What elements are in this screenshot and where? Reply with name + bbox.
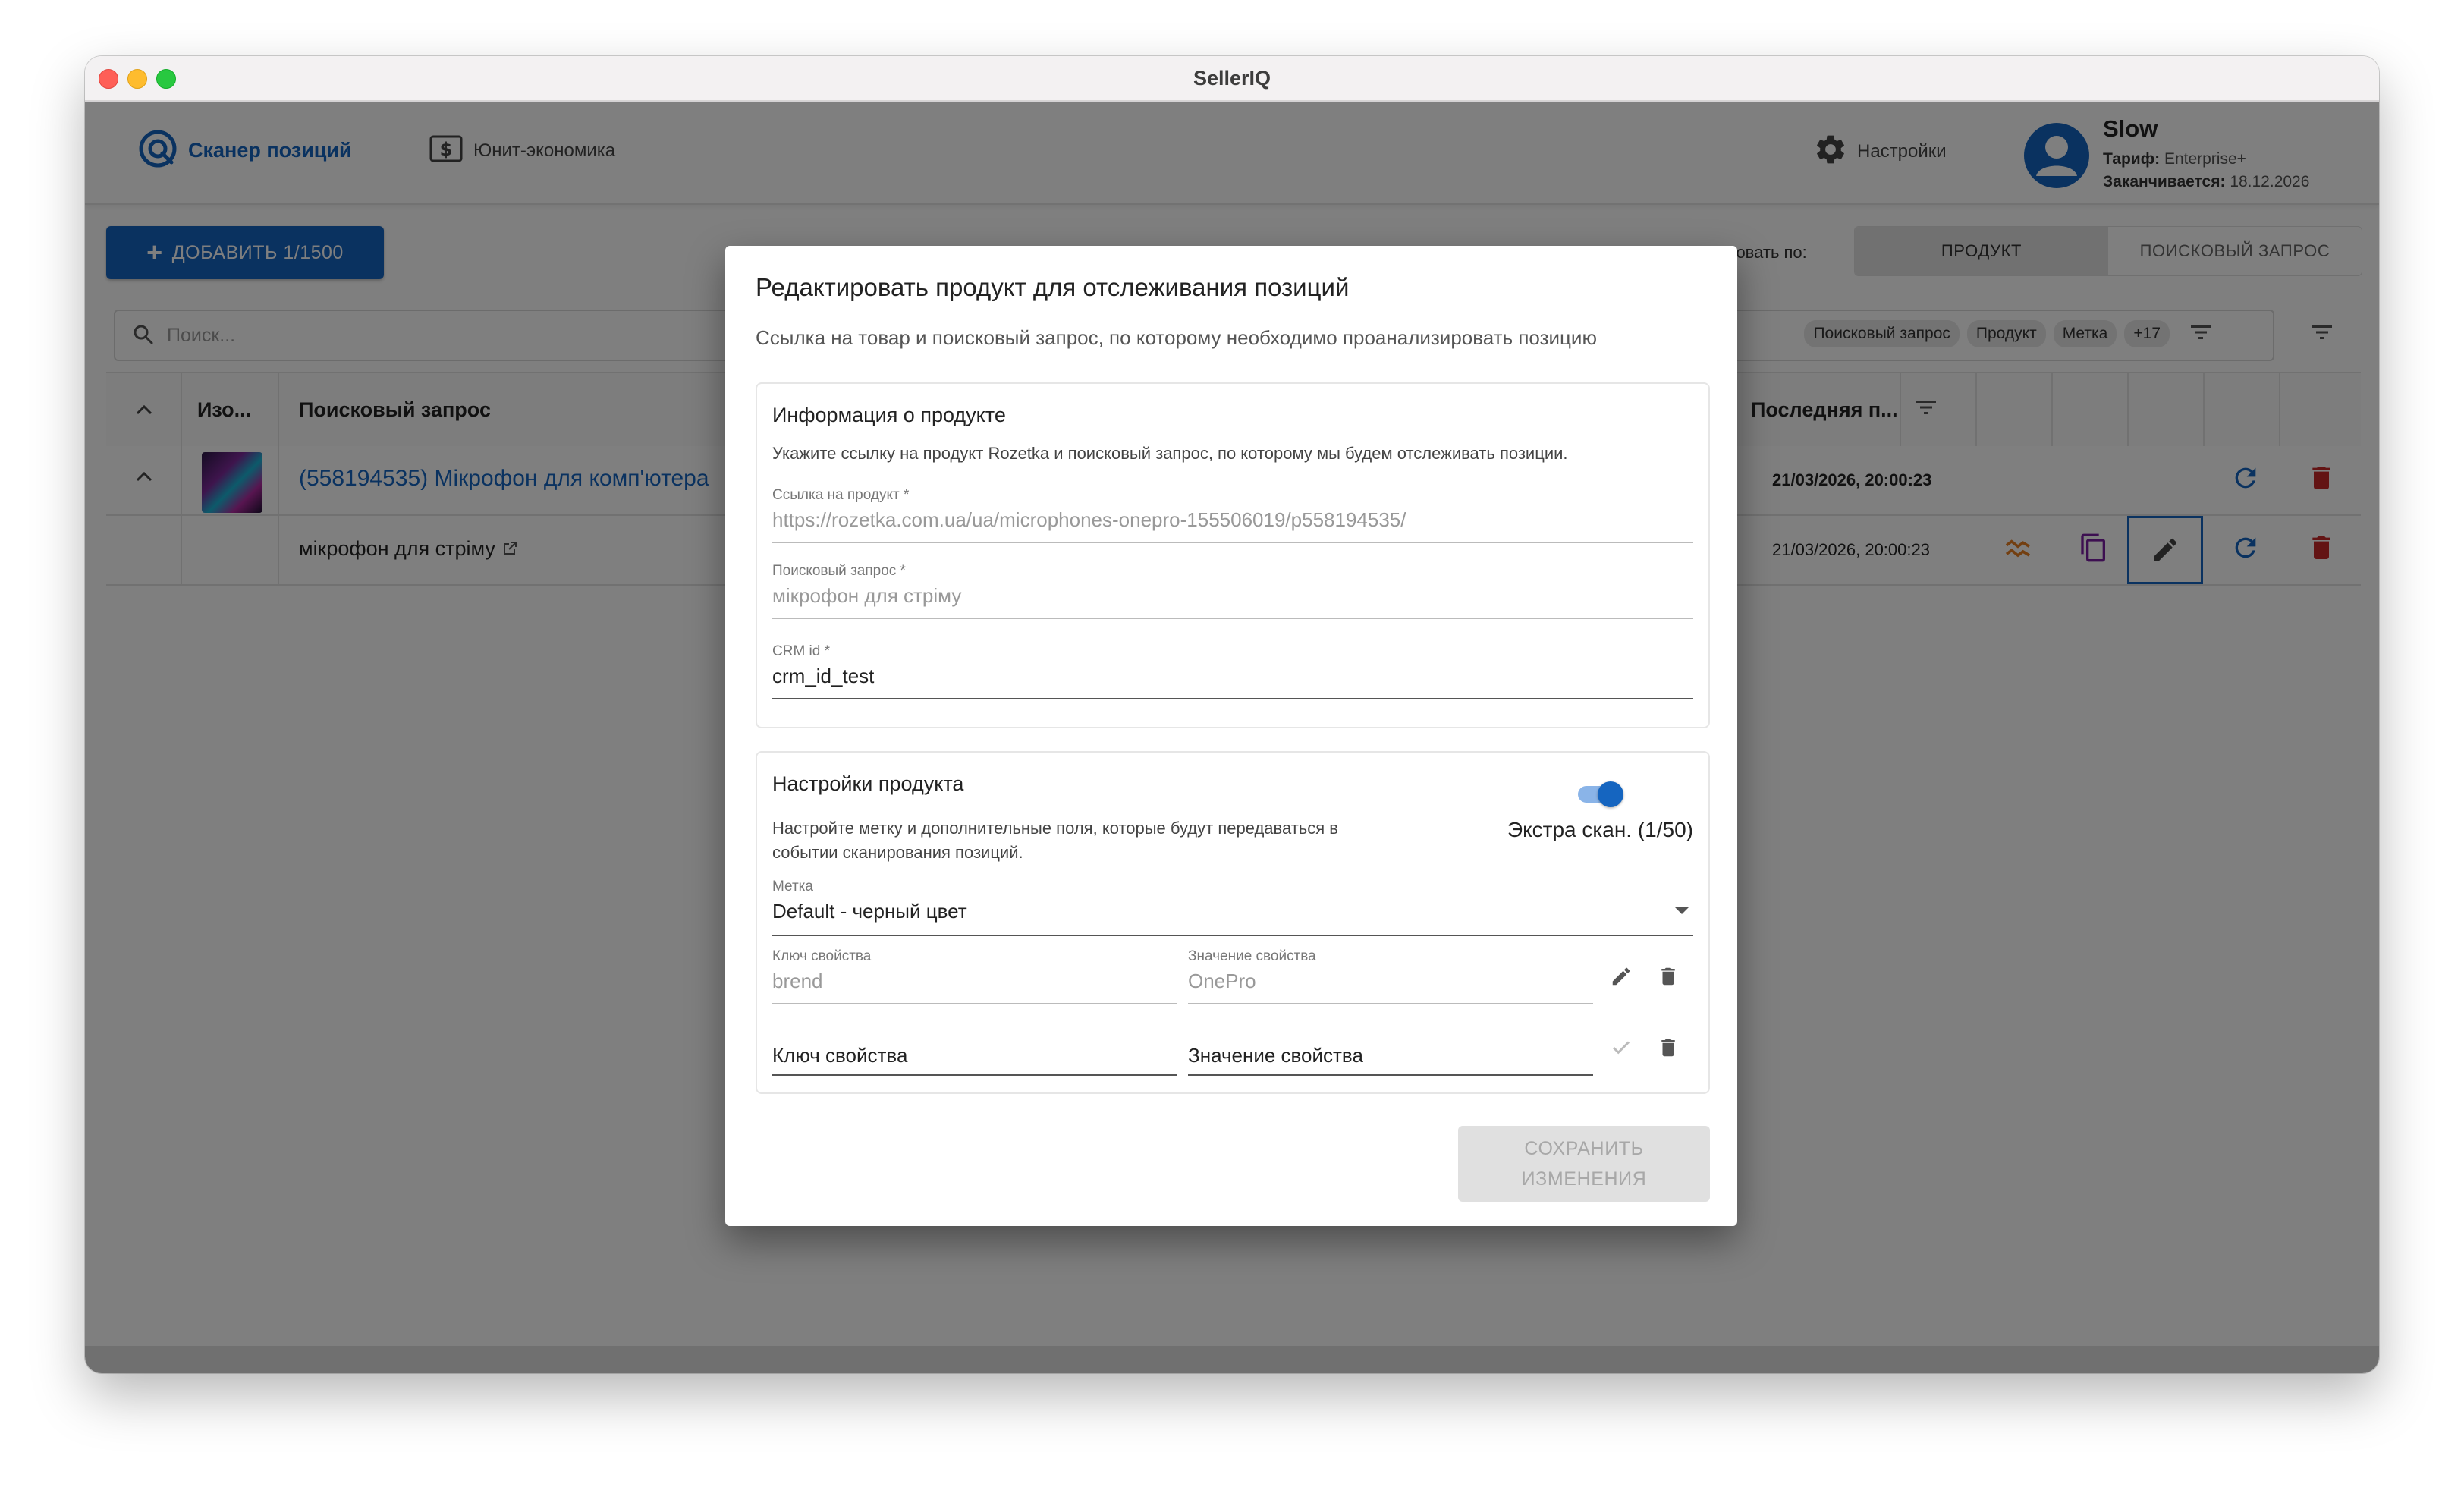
settings-description-line2: событии сканирования позиций. — [772, 843, 1023, 862]
crm-id-field[interactable]: CRM id * crm_id_test — [772, 643, 1693, 701]
product-info-card: Информация о продукте Укажите ссылку на … — [756, 382, 1710, 728]
edit-product-dialog: Редактировать продукт для отслеживания п… — [725, 246, 1737, 1226]
crm-id-label: CRM id * — [772, 643, 831, 659]
property-key-label: Ключ свойства — [772, 948, 872, 964]
dialog-subtitle: Ссылка на товар и поисковый запрос, по к… — [756, 326, 1597, 349]
tag-label: Метка — [772, 879, 813, 894]
chevron-down-icon — [1674, 906, 1690, 920]
save-label-line1: СОХРАНИТЬ — [1524, 1138, 1644, 1159]
product-settings-heading: Настройки продукта — [772, 772, 964, 795]
new-property-value-field[interactable]: Значение свойства — [1188, 1018, 1593, 1076]
product-link-input[interactable]: https://rozetka.com.ua/ua/microphones-on… — [772, 508, 1406, 532]
tag-select[interactable]: Метка Default - черный цвет — [772, 879, 1693, 936]
property-value-input[interactable]: OnePro — [1188, 970, 1256, 993]
app-content: Сканер позиций $ Юнит-экономика Настро — [85, 102, 2379, 1373]
save-label-line2: ИЗМЕНЕНИЯ — [1521, 1168, 1647, 1190]
title-bar: SellerIQ — [85, 56, 2379, 102]
new-property-key-field[interactable]: Ключ свойства — [772, 1018, 1177, 1076]
property-value-field[interactable]: Значение свойства OnePro — [1188, 948, 1593, 1006]
property-key-input[interactable]: brend — [772, 970, 823, 993]
window-title: SellerIQ — [1193, 67, 1271, 90]
delete-new-property-icon[interactable] — [1657, 1036, 1680, 1063]
search-query-label: Поисковый запрос * — [772, 563, 906, 579]
extra-scan-label: Экстра скан. (1/50) — [1507, 818, 1693, 841]
new-property-value-input[interactable]: Значение свойства — [1188, 1044, 1363, 1067]
product-info-heading: Информация о продукте — [772, 404, 1006, 426]
check-icon[interactable] — [1610, 1036, 1633, 1063]
search-query-input[interactable]: мікрофон для стріму — [772, 584, 961, 608]
product-link-field[interactable]: Ссылка на продукт * https://rozetka.com.… — [772, 487, 1693, 545]
settings-description-line1: Настройте метку и дополнительные поля, к… — [772, 819, 1338, 838]
extra-scan-toggle[interactable] — [1575, 778, 1623, 809]
delete-property-icon[interactable] — [1657, 965, 1680, 992]
property-value-label: Значение свойства — [1188, 948, 1316, 964]
tag-value: Default - черный цвет — [772, 900, 967, 923]
dialog-title: Редактировать продукт для отслеживания п… — [756, 273, 1350, 301]
product-info-description: Укажите ссылку на продукт Rozetka и поис… — [772, 444, 1568, 463]
new-property-key-input[interactable]: Ключ свойства — [772, 1044, 907, 1067]
save-changes-button[interactable]: СОХРАНИТЬ ИЗМЕНЕНИЯ — [1458, 1126, 1710, 1202]
edit-property-icon[interactable] — [1610, 965, 1633, 992]
product-link-label: Ссылка на продукт * — [772, 487, 910, 503]
search-query-field[interactable]: Поисковый запрос * мікрофон для стріму — [772, 563, 1693, 621]
product-settings-card: Настройки продукта Экстра скан. (1/50) Н… — [756, 751, 1710, 1094]
app-window: SellerIQ Сканер позиций $ — [85, 56, 2379, 1373]
property-key-field[interactable]: Ключ свойства brend — [772, 948, 1177, 1006]
product-settings-description: Настройте метку и дополнительные поля, к… — [772, 816, 1338, 865]
crm-id-input[interactable]: crm_id_test — [772, 665, 874, 688]
